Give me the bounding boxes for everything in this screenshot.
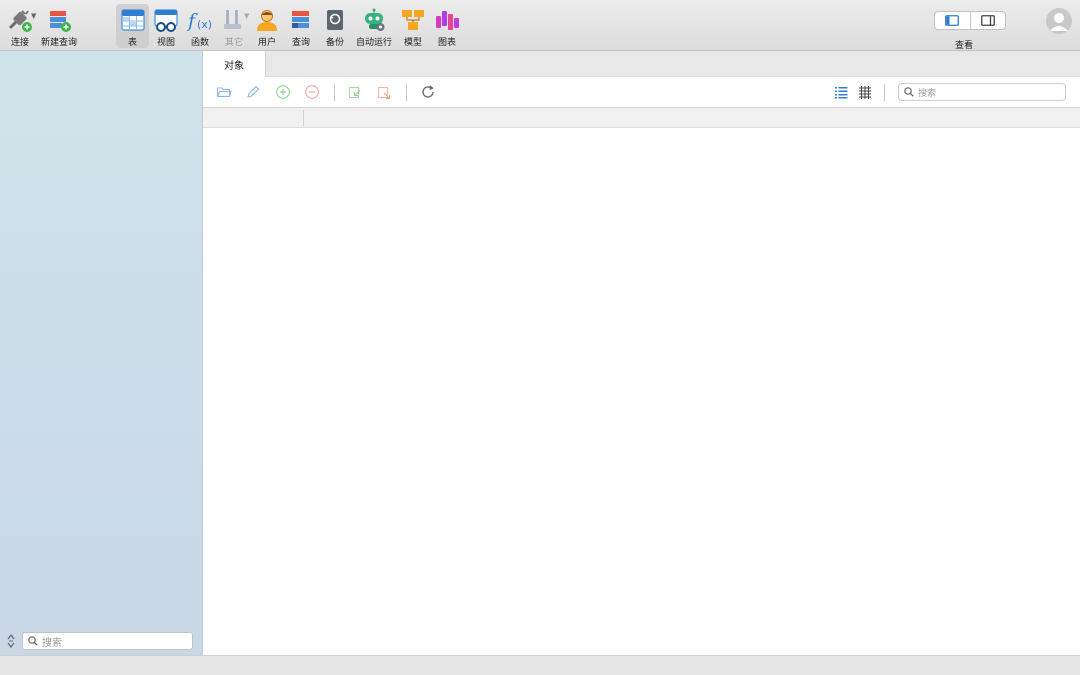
view-label: 查看 — [955, 41, 974, 51]
view-toggle — [934, 11, 1006, 30]
toolbar-divider — [406, 84, 407, 101]
new-object-button[interactable] — [275, 84, 291, 100]
query-label: 查询 — [291, 38, 310, 48]
view-label: 视图 — [156, 38, 175, 48]
object-search-placeholder: 搜索 — [918, 88, 937, 99]
sidebar-search-input[interactable]: 搜索 — [22, 632, 193, 650]
toggle-right-panel-button[interactable] — [969, 12, 1006, 29]
backup-button[interactable]: 备份 — [321, 4, 349, 48]
table-label: 表 — [127, 38, 137, 48]
model-icon — [400, 7, 426, 33]
refresh-icon — [422, 85, 434, 98]
function-fx-icon: f (x) — [186, 7, 213, 33]
user-button[interactable]: 用户 — [253, 4, 281, 48]
tab-objects[interactable]: 对象 — [203, 51, 266, 77]
connect-button[interactable]: ▼ 连接 — [2, 4, 38, 48]
query-button[interactable]: 查询 — [286, 4, 316, 48]
object-list-header — [203, 108, 1080, 128]
toolbar-divider — [884, 84, 885, 101]
object-actions-bar: 搜索 — [203, 77, 1080, 108]
main-toolbar: ▼ 连接 新建查询 表 视图 f (x) 函数 ▼ 其它 用户 查询 备份 自动… — [0, 0, 1080, 51]
search-icon — [28, 636, 38, 646]
add-circle-icon — [276, 85, 290, 99]
chevron-down-icon: ▼ — [31, 12, 37, 20]
svg-text:(x): (x) — [197, 18, 212, 31]
query-icon — [288, 7, 314, 33]
table-icon — [120, 7, 146, 33]
list-view-icon — [835, 87, 848, 99]
model-label: 模型 — [403, 38, 422, 48]
function-label: 函数 — [190, 38, 209, 48]
search-icon — [904, 87, 914, 97]
connect-label: 连接 — [10, 38, 29, 48]
object-search-input[interactable]: 搜索 — [898, 83, 1066, 101]
object-list-area[interactable] — [203, 128, 1080, 655]
right-sidebar-icon — [980, 15, 995, 26]
model-button[interactable]: 模型 — [399, 4, 427, 48]
chart-icon — [434, 7, 460, 33]
design-object-button[interactable] — [245, 84, 261, 100]
new-query-button[interactable]: 新建查询 — [38, 4, 80, 48]
remove-circle-icon — [305, 85, 319, 99]
sort-arrows-icon[interactable] — [5, 633, 17, 649]
chart-label: 图表 — [437, 38, 456, 48]
import-wizard-button[interactable] — [347, 84, 363, 100]
import-icon — [348, 86, 361, 99]
status-bar — [0, 655, 1080, 675]
user-label: 用户 — [257, 38, 276, 48]
others-label: 其它 — [224, 38, 243, 48]
delete-object-button[interactable] — [304, 84, 320, 100]
account-avatar[interactable] — [1046, 8, 1072, 34]
new-query-icon — [46, 7, 72, 33]
plug-connect-icon — [7, 7, 33, 33]
tab-bar: 对象 — [203, 51, 1080, 77]
folder-open-icon — [216, 87, 232, 98]
sidebar-search-placeholder: 搜索 — [42, 637, 62, 649]
automation-button[interactable]: 自动运行 — [353, 4, 395, 48]
function-button[interactable]: f (x) 函数 — [184, 4, 216, 48]
automation-label: 自动运行 — [355, 38, 392, 48]
grid-view-button[interactable] — [857, 84, 873, 100]
export-wizard-button[interactable] — [376, 84, 392, 100]
refresh-button[interactable] — [420, 84, 436, 100]
connection-sidebar: 搜索 — [0, 51, 203, 655]
robot-automation-icon — [361, 7, 387, 33]
chevron-down-icon: ▼ — [244, 12, 250, 20]
list-view-button[interactable] — [833, 84, 849, 100]
chart-button[interactable]: 图表 — [432, 4, 462, 48]
others-button[interactable]: ▼ 其它 — [217, 4, 251, 48]
tools-icon — [221, 7, 247, 33]
view-button[interactable]: 视图 — [150, 4, 182, 48]
new-query-label: 新建查询 — [40, 38, 77, 48]
open-object-button[interactable] — [216, 84, 232, 100]
pencil-icon — [247, 85, 260, 98]
table-button[interactable]: 表 — [116, 4, 149, 48]
toolbar-divider — [334, 84, 335, 101]
left-sidebar-icon — [945, 15, 960, 26]
view-glasses-icon — [153, 7, 179, 33]
export-icon — [377, 86, 391, 100]
avatar-icon — [1046, 8, 1072, 34]
backup-icon — [322, 7, 348, 33]
column-divider[interactable] — [303, 110, 304, 126]
grid-view-icon — [859, 86, 871, 99]
backup-label: 备份 — [325, 38, 344, 48]
toggle-left-panel-button[interactable] — [935, 12, 970, 29]
user-icon — [254, 7, 280, 33]
